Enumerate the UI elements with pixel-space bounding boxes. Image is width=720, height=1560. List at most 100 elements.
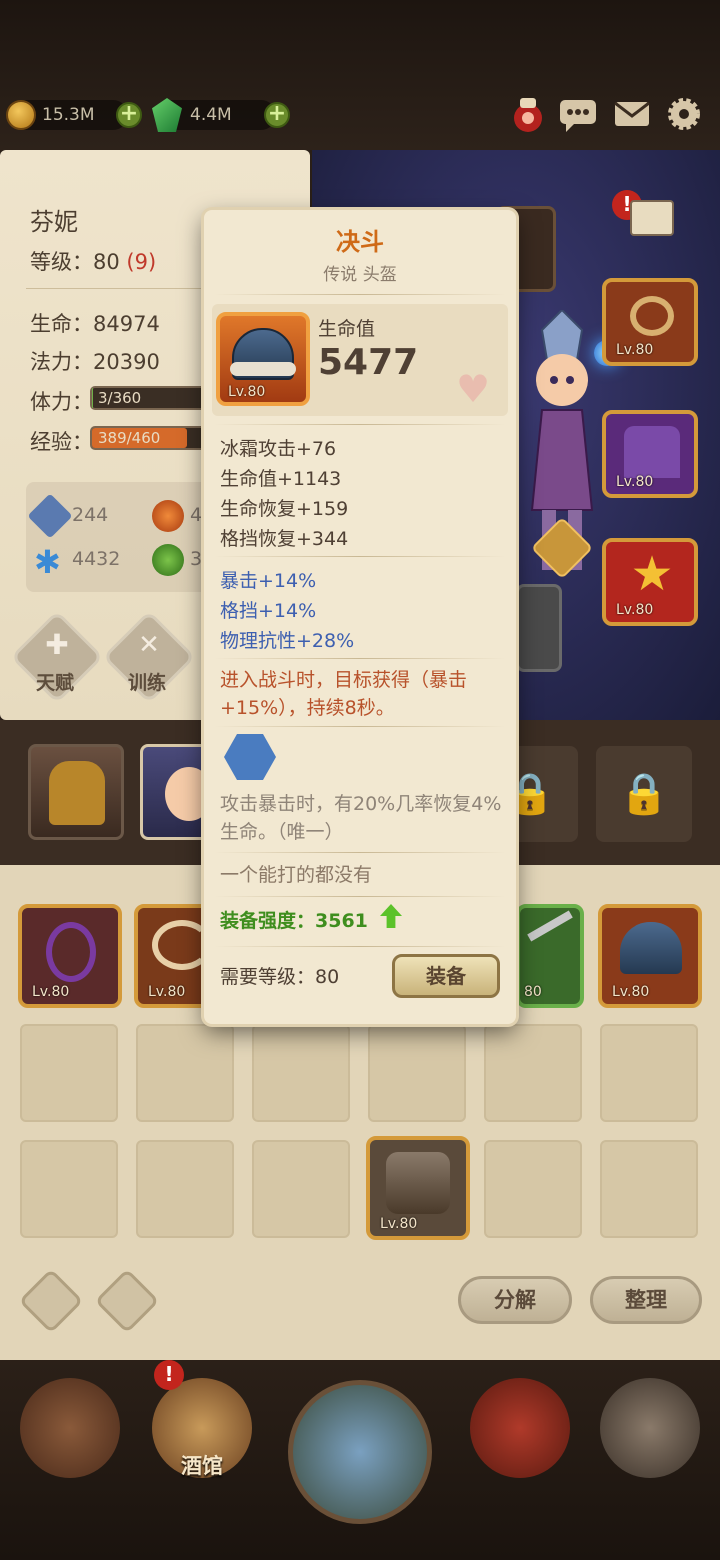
house-icon [20, 1378, 120, 1478]
level-label: 等级：80 [30, 250, 120, 274]
cloak-icon [624, 426, 680, 478]
bonus-stat-line: 物理抗性+28% [220, 630, 355, 652]
gem-socket-icon [224, 734, 276, 780]
star-icon: ★ [630, 546, 674, 602]
item-icon-frame: Lv.80 [216, 312, 310, 406]
crossed-swords-icon: ✕ [138, 630, 160, 660]
divider [214, 658, 506, 659]
inventory-cell[interactable] [20, 1140, 118, 1238]
dagger-icon [527, 910, 573, 942]
inventory-item-staff[interactable]: Lv.80 [18, 904, 122, 1008]
exp-bar: 389/460 [90, 426, 206, 450]
star-slot[interactable]: ★ Lv.80 [602, 538, 698, 626]
locked-hero-slot: 🔒 [596, 746, 692, 842]
staff-icon [46, 922, 96, 982]
set-effect-text: 进入战斗时，目标获得（暴击+15%），持续8秒。 [220, 669, 468, 719]
nav-tavern[interactable]: ! 酒馆 [142, 1360, 262, 1485]
mail-icon[interactable] [612, 94, 652, 134]
chest-icon [470, 1378, 570, 1478]
divider [214, 294, 506, 295]
add-gold-button[interactable]: + [116, 102, 142, 128]
knight-portrait [49, 761, 105, 825]
item-level: Lv.80 [228, 384, 266, 400]
exp-label: 经验： [30, 430, 93, 454]
stamina-value: 3/360 [98, 389, 142, 407]
gold-amount: 15.3M [42, 105, 95, 125]
power-up-arrow-icon [380, 904, 402, 928]
main-stat-value: 5477 [318, 342, 419, 383]
inventory-cell[interactable] [20, 1024, 118, 1122]
helmet-fur [230, 362, 296, 376]
bonus-stat-line: 格挡+14% [220, 600, 317, 622]
attack-stat: 244 [72, 504, 109, 526]
divider [214, 896, 506, 897]
nav-treasure[interactable] [460, 1370, 580, 1485]
stamina-label: 体力： [30, 390, 93, 414]
talent-label: 天赋 [36, 672, 75, 694]
inventory-cell[interactable] [484, 1024, 582, 1122]
book-icon[interactable] [630, 200, 674, 236]
nav-forge[interactable] [590, 1370, 710, 1485]
gem-effect-text: 攻击暴击时，有20%几率恢复4%生命。（唯一） [220, 793, 502, 843]
add-gems-button[interactable]: + [264, 102, 290, 128]
frost-icon: ✱ [34, 543, 61, 581]
cloak-level: Lv.80 [616, 474, 654, 490]
hero-mp: 法力：20390 [30, 350, 160, 374]
inventory-item-dagger[interactable]: 80 [516, 904, 584, 1008]
inventory-cell[interactable] [136, 1024, 234, 1122]
poison-stat: 3 [190, 548, 203, 570]
ring-slot[interactable]: Lv.80 [602, 278, 698, 366]
tavern-alert-icon: ! [154, 1360, 184, 1390]
item-level: Lv.80 [148, 984, 186, 1000]
talent-icon: ✚ [45, 628, 69, 661]
equipment-power: 装备强度：3561 [220, 910, 368, 932]
potion-icon[interactable] [508, 94, 548, 134]
nav-home[interactable] [10, 1370, 130, 1485]
inventory-cell[interactable] [252, 1140, 350, 1238]
stat-line: 格挡恢复+344 [220, 528, 349, 550]
decompose-button[interactable]: 分解 [458, 1276, 572, 1324]
inventory-cell[interactable] [600, 1140, 698, 1238]
inventory-item-helmet[interactable]: Lv.80 [598, 904, 702, 1008]
settings-gear-icon[interactable] [664, 94, 704, 134]
poison-icon [152, 544, 184, 576]
divider [214, 424, 506, 425]
forge-anvil-icon [600, 1378, 700, 1478]
tavern-label: 酒馆 [181, 1454, 223, 1478]
fire-stat: 4 [190, 504, 203, 526]
horn-icon [152, 920, 212, 970]
level-requirement: 需要等级：80 [220, 966, 340, 988]
item-name: 决斗 [336, 228, 384, 256]
equip-button[interactable]: 装备 [392, 954, 500, 998]
exp-value: 389/460 [98, 429, 161, 447]
divider [214, 946, 506, 947]
hero-name: 芬妮 [30, 208, 78, 236]
gem-amount: 4.4M [190, 105, 232, 125]
ring-icon [630, 296, 674, 336]
item-level: 80 [524, 984, 542, 1000]
item-type: 传说 头盔 [323, 265, 397, 285]
divider [214, 556, 506, 557]
inventory-cell[interactable] [136, 1140, 234, 1238]
stamina-bar: 3/360 [90, 386, 206, 410]
armor-icon [386, 1152, 450, 1214]
cloak-slot[interactable]: Lv.80 [602, 410, 698, 498]
stamina-fill [92, 388, 93, 408]
battle-portal-icon [288, 1380, 432, 1524]
chat-icon[interactable] [558, 94, 598, 134]
frost-stat: 4432 [72, 548, 121, 570]
inventory-cell[interactable] [368, 1024, 466, 1122]
inventory-cell[interactable] [484, 1140, 582, 1238]
inventory-cell[interactable] [600, 1024, 698, 1122]
hero-card-knight[interactable] [28, 744, 124, 840]
stat-line: 冰霜攻击+76 [220, 438, 337, 460]
inventory-item-chest-armor[interactable]: Lv.80 [366, 1136, 470, 1240]
divider [26, 288, 206, 289]
hero-level: 等级：80 (9) [30, 246, 156, 276]
armor-slot-partial[interactable] [516, 584, 562, 672]
heart-icon: ♥ [456, 367, 491, 411]
inventory-cell[interactable] [252, 1024, 350, 1122]
item-level: Lv.80 [32, 984, 70, 1000]
sort-button[interactable]: 整理 [590, 1276, 702, 1324]
nav-battle[interactable] [280, 1376, 440, 1524]
